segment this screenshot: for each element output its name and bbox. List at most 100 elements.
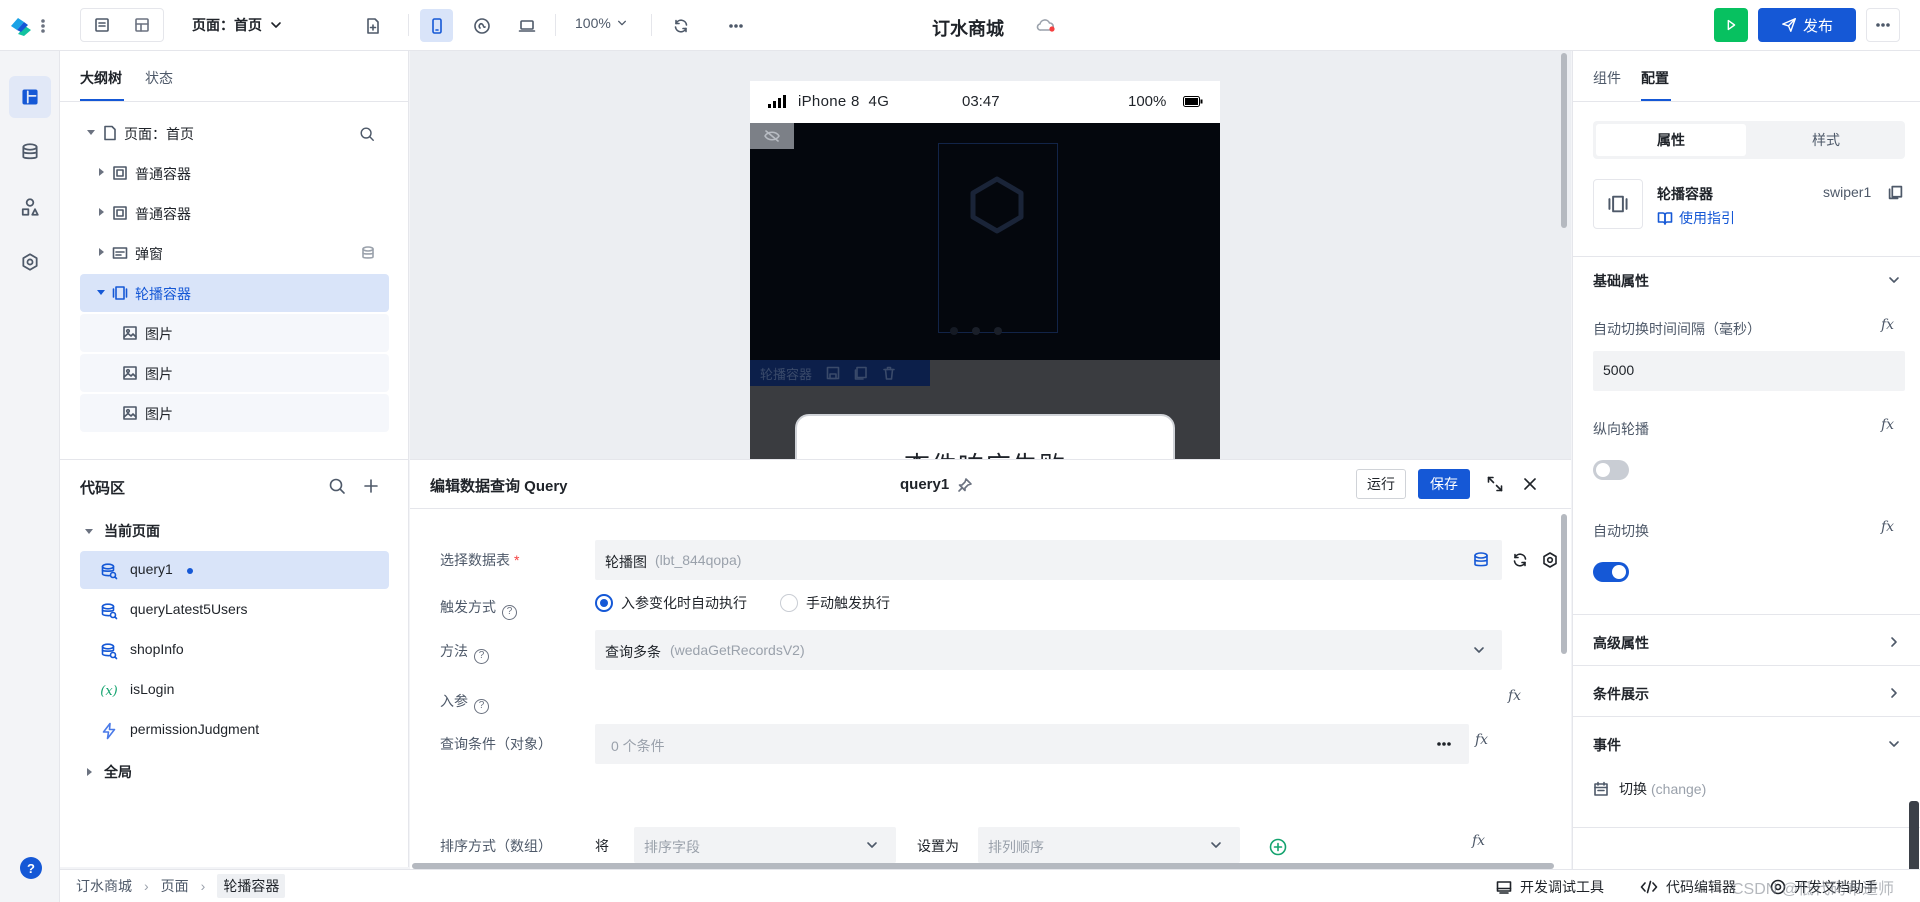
current-page-group[interactable]: 当前页面 (84, 521, 160, 541)
pin-icon[interactable] (957, 477, 973, 493)
subtab-styles[interactable]: 样式 (1751, 124, 1901, 156)
indicator-dot[interactable] (972, 327, 980, 335)
save-button[interactable]: 保存 (1418, 469, 1470, 499)
code-item-variable[interactable]: (x) isLogin (80, 671, 389, 709)
canvas-scrollbar[interactable] (1561, 53, 1567, 228)
modal-card[interactable]: 查件响应失败 (795, 414, 1175, 459)
add-page-icon[interactable] (356, 9, 389, 42)
tree-item-swiper[interactable]: 轮播容器 (80, 274, 389, 312)
help-icon[interactable]: ? (474, 699, 489, 714)
refresh-icon[interactable] (664, 9, 697, 42)
pages-panel-icon[interactable] (9, 76, 51, 118)
breadcrumb-item-current[interactable]: 轮播容器 (217, 874, 286, 898)
cloud-sync-icon[interactable] (1035, 15, 1057, 35)
chevron-right-icon[interactable] (1888, 687, 1900, 699)
code-item-query[interactable]: queryLatest5Users (80, 591, 389, 629)
event-item-change[interactable]: 切换 (change) (1593, 779, 1706, 799)
condition-input[interactable]: 0 个条件 (595, 724, 1469, 764)
events-title[interactable]: 事件 (1593, 735, 1621, 755)
code-item-handler[interactable]: permissionJudgment (80, 711, 389, 749)
tab-state[interactable]: 状态 (145, 68, 173, 88)
caret-right-icon[interactable] (96, 247, 106, 257)
mobile-device-icon[interactable] (420, 9, 453, 42)
indicator-dot[interactable] (994, 327, 1002, 335)
zoom-selector[interactable]: 100% (575, 15, 627, 31)
devtools-button[interactable]: 开发调试工具 (1496, 877, 1604, 897)
database-icon[interactable] (9, 131, 51, 173)
search-icon[interactable] (328, 477, 346, 495)
caret-down-icon[interactable] (86, 127, 96, 137)
vertical-toggle[interactable] (1593, 460, 1629, 480)
tree-item-container[interactable]: 普通容器 (80, 154, 389, 192)
subtab-properties[interactable]: 属性 (1596, 124, 1746, 156)
settings-icon[interactable] (1540, 550, 1560, 570)
add-icon[interactable] (362, 477, 380, 495)
formula-icon[interactable]: fx (1881, 519, 1894, 535)
app-logo[interactable] (8, 14, 34, 38)
tree-item-page[interactable]: 页面：首页 (80, 114, 389, 152)
formula-icon[interactable]: fx (1475, 732, 1488, 748)
advanced-props-title[interactable]: 高级属性 (1593, 633, 1649, 653)
desktop-device-icon[interactable] (510, 9, 543, 42)
autoplay-toggle[interactable] (1593, 562, 1629, 582)
caret-right-icon[interactable] (96, 167, 106, 177)
swiper-selection-tag[interactable]: 轮播容器 (750, 360, 930, 386)
tab-outline-tree[interactable]: 大纲树 (80, 68, 122, 88)
refresh-icon[interactable] (1510, 550, 1530, 570)
copy-icon[interactable] (854, 366, 868, 380)
tab-components[interactable]: 组件 (1593, 68, 1621, 88)
trigger-radio-manual[interactable]: 手动触发执行 (780, 593, 890, 613)
tree-item-container[interactable]: 普通容器 (80, 194, 389, 232)
layout-view-icon[interactable] (123, 11, 161, 39)
formula-icon[interactable]: fx (1881, 417, 1894, 433)
code-item-query1[interactable]: query1 (80, 551, 389, 589)
breadcrumb-item[interactable]: 订水商城 (76, 876, 132, 896)
outline-view-icon[interactable] (83, 11, 121, 39)
tree-item-image[interactable]: 图片 (80, 354, 389, 392)
formula-icon[interactable]: fx (1508, 688, 1521, 704)
tab-config[interactable]: 配置 (1641, 68, 1669, 88)
dev-docs-button[interactable]: 开发文档助手 (1770, 877, 1878, 897)
add-circle-icon[interactable] (1269, 838, 1287, 856)
more-vertical-icon[interactable] (38, 16, 48, 36)
help-icon[interactable]: ? (502, 605, 517, 620)
method-select[interactable]: 查询多条 (wedaGetRecordsV2) (595, 630, 1502, 670)
indicator-dot[interactable] (950, 327, 958, 335)
publish-button[interactable]: 发布 (1758, 8, 1856, 42)
global-group[interactable]: 全局 (84, 762, 132, 782)
basic-props-title[interactable]: 基础属性 (1593, 271, 1649, 291)
caret-down-icon[interactable] (96, 287, 106, 297)
table-select[interactable]: 轮播图 (lbt_844qopa) (595, 540, 1502, 580)
tree-item-modal[interactable]: 弹窗 (80, 234, 389, 272)
help-icon[interactable]: ? (474, 649, 489, 664)
tree-item-image[interactable]: 图片 (80, 314, 389, 352)
copy-icon[interactable] (1887, 184, 1903, 200)
interval-input[interactable]: 5000 (1593, 351, 1905, 391)
chevron-down-icon[interactable] (1888, 274, 1900, 286)
delete-icon[interactable] (882, 366, 896, 380)
tree-item-image[interactable]: 图片 (80, 394, 389, 432)
run-button[interactable]: 运行 (1356, 469, 1406, 499)
help-icon[interactable]: ? (20, 857, 42, 879)
expand-icon[interactable] (1485, 474, 1505, 494)
hide-toggle[interactable] (750, 123, 794, 149)
trigger-radio-auto[interactable]: 入参变化时自动执行 (595, 593, 747, 613)
condition-display-title[interactable]: 条件展示 (1593, 684, 1649, 704)
sort-field-select[interactable]: 排序字段 (634, 827, 896, 863)
formula-icon[interactable]: fx (1472, 833, 1485, 849)
more-horizontal-icon[interactable] (719, 9, 752, 42)
code-item-query[interactable]: shopInfo (80, 631, 389, 669)
swiper-component[interactable] (750, 123, 1220, 360)
formula-icon[interactable]: fx (1881, 317, 1894, 333)
database-icon[interactable] (1472, 551, 1490, 569)
components-icon[interactable] (9, 186, 51, 228)
editor-vertical-scrollbar[interactable] (1561, 514, 1567, 654)
settings-hex-icon[interactable] (9, 241, 51, 283)
chevron-right-icon[interactable] (1888, 636, 1900, 648)
sort-order-select[interactable]: 排列顺序 (978, 827, 1240, 863)
save-component-icon[interactable] (826, 366, 840, 380)
page-selector[interactable]: 页面：首页 (192, 15, 282, 35)
search-icon[interactable] (358, 125, 376, 143)
chevron-down-icon[interactable] (1888, 738, 1900, 750)
guide-link[interactable]: 使用指引 (1657, 208, 1735, 228)
